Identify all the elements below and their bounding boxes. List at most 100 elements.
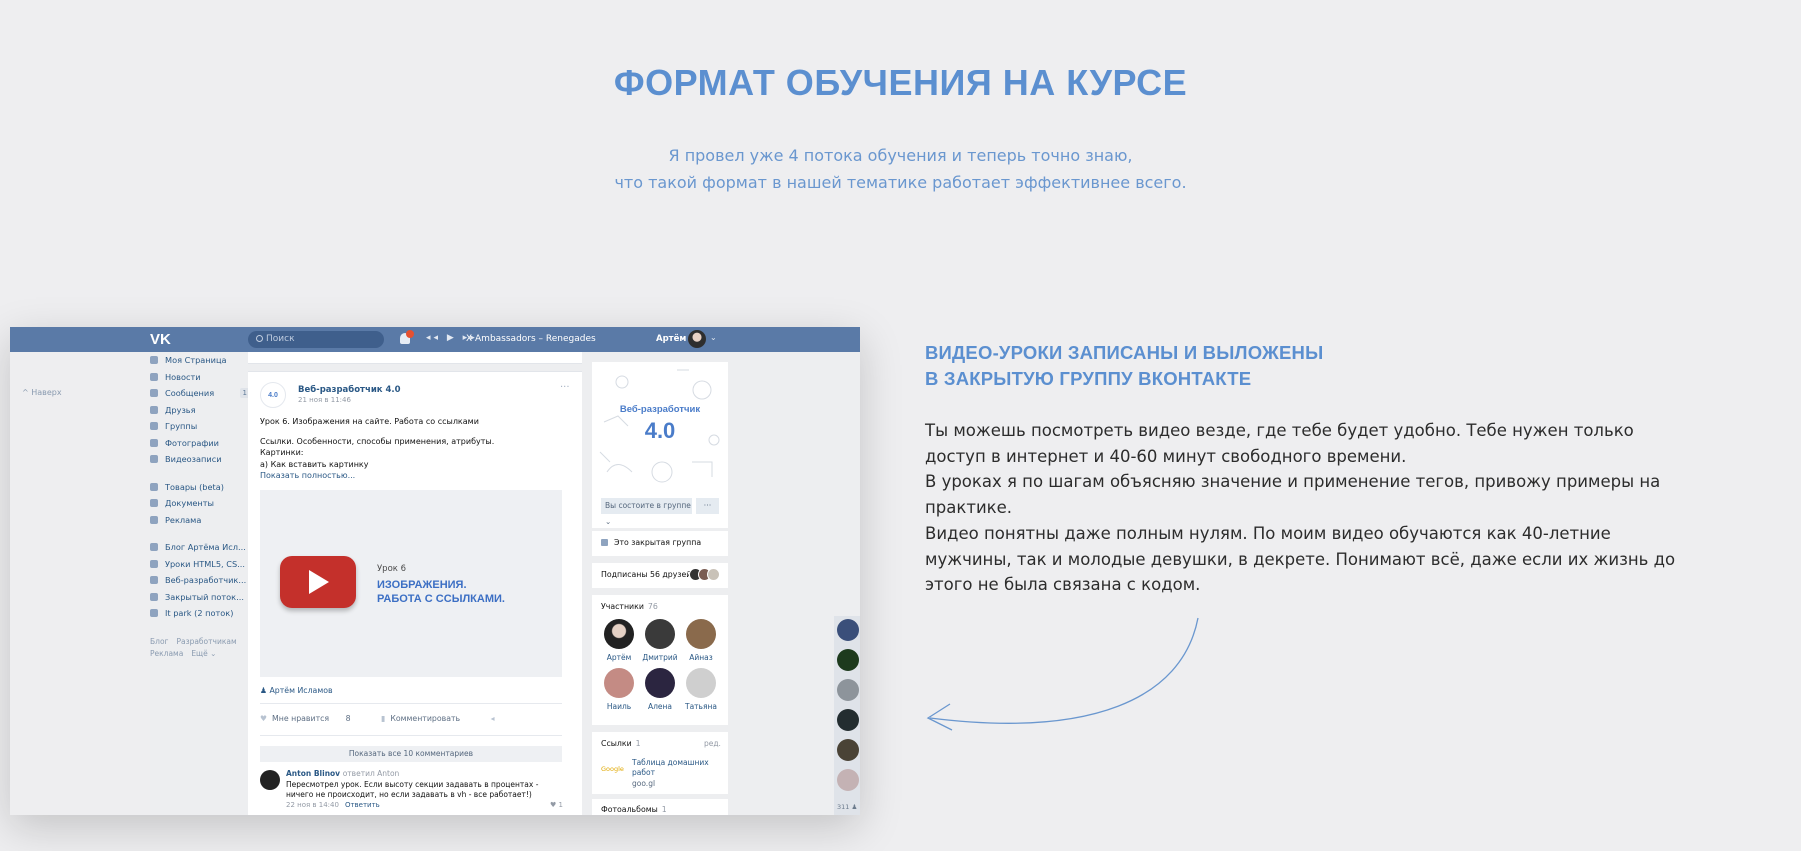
post-date[interactable]: 21 ноя в 11:46 [298, 396, 351, 404]
members-header[interactable]: Участники 76 [601, 602, 658, 611]
online-friends-bar: 311 ♟ [834, 616, 860, 815]
previous-post-edge [248, 352, 582, 364]
video-title: ИЗОБРАЖЕНИЯ. РАБОТА С ССЫЛКАМИ. [377, 579, 505, 605]
commenter-avatar[interactable] [260, 770, 280, 790]
menu-item[interactable]: Реклама [150, 512, 250, 529]
feature-description: Ты можешь посмотреть видео везде, где те… [925, 421, 1676, 595]
menu-footer: Блог Разработчикам Реклама Ещё ⌄ [150, 636, 237, 658]
feature-heading: ВИДЕО-УРОКИ ЗАПИСАНЫ И ВЫЛОЖЕНЫ В ЗАКРЫТ… [925, 342, 1324, 389]
menu-item[interactable]: Сообщения 1 [150, 385, 250, 402]
group-avatar[interactable]: 4.0 [260, 382, 286, 408]
search-input[interactable]: Поиск [248, 331, 384, 348]
chevron-down-icon[interactable]: ⌄ [710, 333, 717, 342]
friend-avatar[interactable] [837, 679, 859, 701]
side-menu: Моя Страница Новости Сообщения 1 Друзья Г… [150, 352, 250, 660]
group-icon [150, 543, 158, 552]
arrow-icon [926, 617, 1199, 731]
friends-icon [150, 405, 158, 414]
vk-logo[interactable]: VK [150, 331, 171, 348]
member[interactable]: Татьяна [683, 668, 719, 711]
user-avatar[interactable] [688, 330, 706, 348]
member[interactable]: Дмитрий [642, 619, 678, 662]
reply-button[interactable]: Ответить [345, 801, 380, 809]
news-icon [150, 372, 158, 381]
member[interactable]: Айназ [683, 619, 719, 662]
member[interactable]: Алена [642, 668, 678, 711]
comment-button[interactable]: ▮ Комментировать [381, 714, 474, 723]
closed-group-info: Это закрытая группа [592, 531, 728, 556]
show-more-link[interactable]: Показать полностью... [260, 470, 570, 482]
show-all-comments-button[interactable]: Показать все 10 комментариев [260, 746, 562, 762]
edit-links-button[interactable]: ред. [704, 739, 721, 748]
divider [260, 703, 562, 704]
player-track[interactable]: X Ambassadors – Renegades [466, 334, 596, 344]
avatar [686, 619, 716, 649]
group-icon [150, 559, 158, 568]
google-icon: Google [601, 765, 624, 773]
left-gutter: ^ Наверх [10, 352, 150, 815]
photo-albums-header[interactable]: Фотоальбомы 1 [592, 799, 728, 815]
members-card: Участники 76 Артём Дмитрий Айназ Наиль Ал… [592, 595, 728, 725]
comment-icon: ▮ [381, 714, 386, 723]
menu-item[interactable]: Блог Артёма Исл... [150, 539, 250, 556]
member[interactable]: Наиль [601, 668, 637, 711]
video-icon [150, 455, 158, 464]
camera-icon [150, 438, 158, 447]
friends-subscribed[interactable]: Подписаны 56 друзей [592, 563, 728, 588]
megaphone-icon [150, 515, 158, 524]
avatar [604, 668, 634, 698]
post-actions: ♥ Мне нравится 8 ▮ Комментировать ◂ [260, 714, 500, 723]
play-icon [309, 570, 329, 594]
avatar [645, 619, 675, 649]
section-subtitle: Я провел уже 4 потока обучения и теперь … [614, 146, 1187, 192]
membership-button[interactable]: Вы состоите в группе ⌄ [601, 498, 692, 526]
bag-icon [150, 482, 158, 491]
video-preview[interactable]: Урок 6 ИЗОБРАЖЕНИЯ. РАБОТА С ССЫЛКАМИ. [260, 490, 562, 677]
video-kicker: Урок 6 [377, 564, 407, 574]
like-button[interactable]: ♥ Мне нравится 8 [260, 714, 365, 723]
more-actions-button[interactable]: ··· [696, 498, 719, 514]
friend-avatar[interactable] [837, 619, 859, 641]
message-icon [150, 389, 158, 398]
vk-header: VK Поиск ◂◂ ▶ ▸▸ X Ambassadors – Renegad… [10, 327, 860, 352]
menu-item[interactable]: Видеозаписи [150, 451, 250, 468]
link-title[interactable]: Таблица домашних работ [632, 758, 724, 778]
post-text: Урок 6. Изображения на сайте. Работа со … [260, 416, 570, 482]
friend-avatar[interactable] [837, 649, 859, 671]
menu-item[interactable]: Новости [150, 369, 250, 386]
member[interactable]: Артём [601, 619, 637, 662]
post-group-name[interactable]: Веб-разработчик 4.0 [298, 385, 401, 395]
group-cover-version: 4.0 [644, 418, 676, 443]
menu-item[interactable]: Друзья [150, 402, 250, 419]
groups-icon [150, 422, 158, 431]
comment-like[interactable]: ♥ 1 [550, 801, 563, 809]
group-icon [150, 592, 158, 601]
more-icon[interactable]: ··· [560, 382, 570, 393]
menu-item[interactable]: Закрытый поток... [150, 589, 250, 606]
friend-avatar[interactable] [837, 739, 859, 761]
menu-item[interactable]: It park (2 поток) [150, 605, 250, 622]
comment-meta: 22 ноя в 14:40 Ответить [286, 801, 380, 809]
user-name[interactable]: Артём [656, 334, 686, 344]
section-title: ФОРМАТ ОБУЧЕНИЯ НА КУРСЕ [613, 62, 1188, 103]
friend-avatar [707, 568, 720, 581]
search-icon [256, 335, 263, 342]
commenter-name[interactable]: Anton Blinov ответил Anton [286, 769, 399, 778]
links-header[interactable]: Ссылки 1 [601, 739, 641, 748]
menu-item[interactable]: Моя Страница [150, 352, 250, 369]
menu-item[interactable]: Уроки HTML5, CS... [150, 556, 250, 573]
friend-avatar[interactable] [837, 769, 859, 791]
menu-item[interactable]: Группы [150, 418, 250, 435]
group-icon [150, 576, 158, 585]
post-author[interactable]: ♟ Артём Исламов [260, 686, 333, 695]
friend-avatar[interactable] [837, 709, 859, 731]
group-icon [150, 609, 158, 618]
menu-item[interactable]: Товары (beta) [150, 479, 250, 496]
group-cover-card: Веб-разработчик 4.0 Вы состоите в группе… [592, 362, 728, 528]
menu-item[interactable]: Веб-разработчик... [150, 572, 250, 589]
back-to-top[interactable]: ^ Наверх [22, 388, 62, 397]
lock-icon [601, 539, 608, 546]
menu-item[interactable]: Фотографии [150, 435, 250, 452]
menu-item[interactable]: Документы [150, 495, 250, 512]
share-icon[interactable]: ◂ [491, 714, 495, 723]
